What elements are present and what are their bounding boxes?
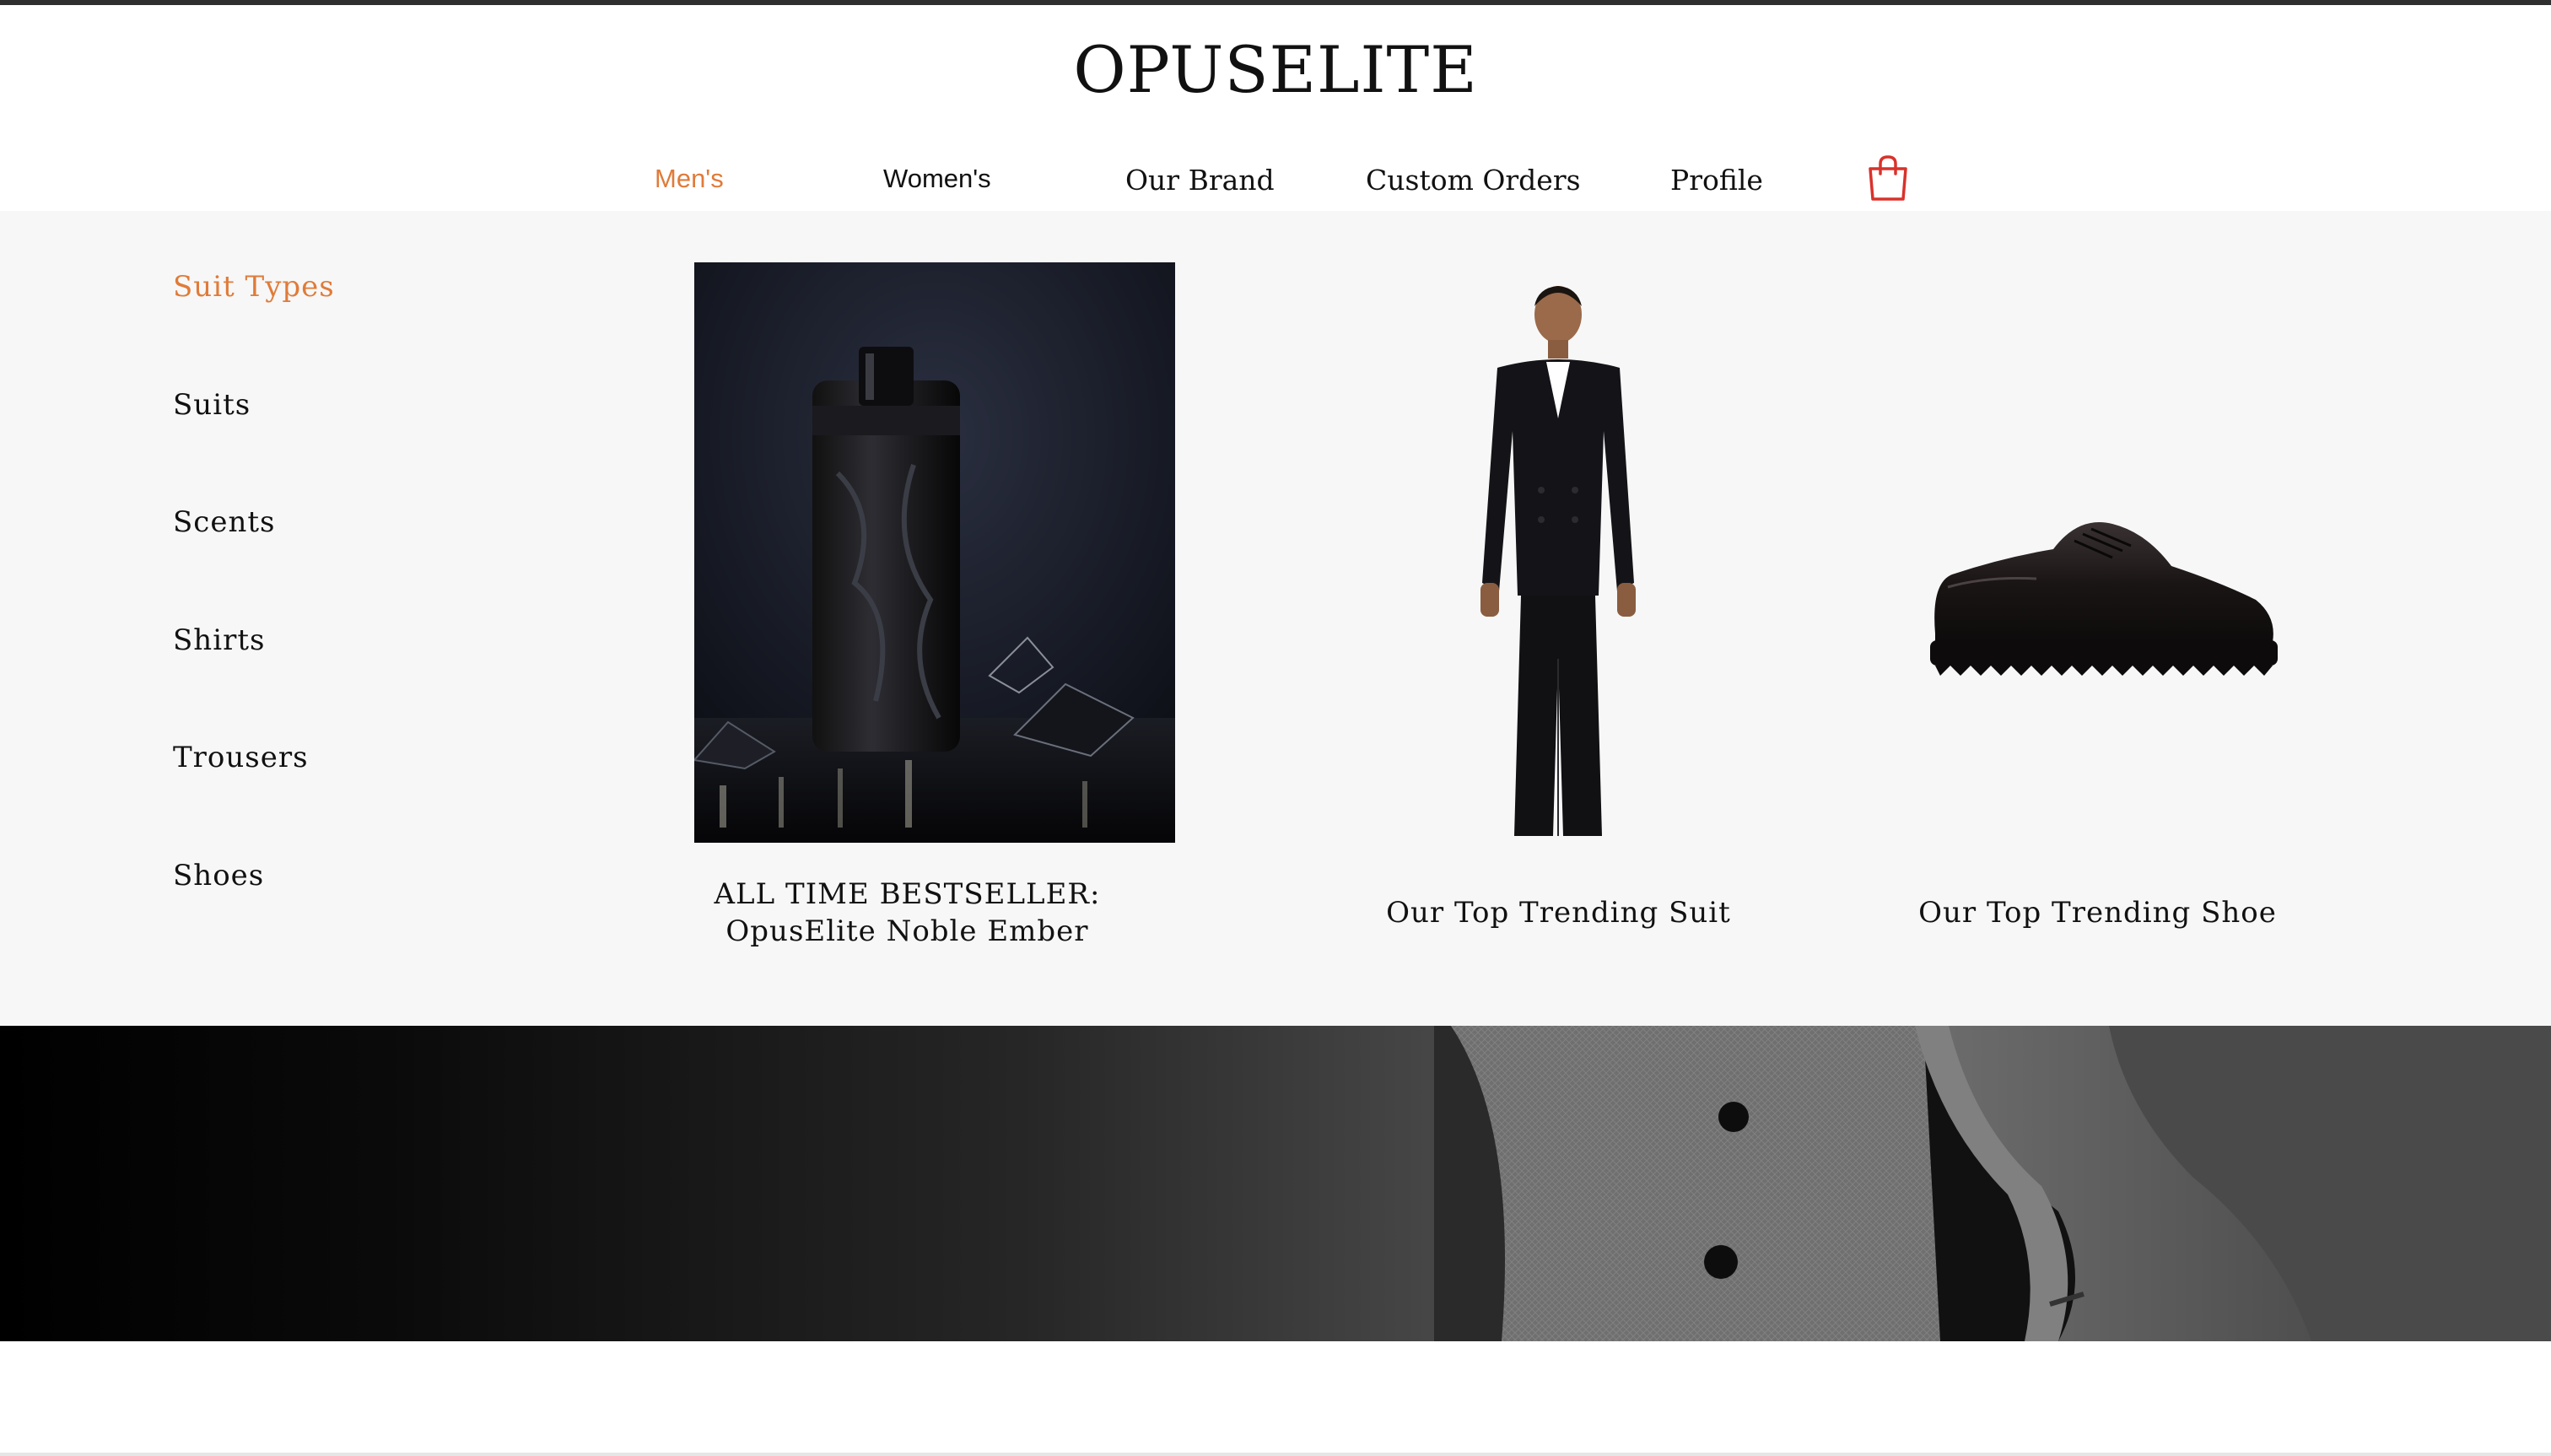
hero-banner-image	[0, 1026, 2551, 1341]
bestseller-caption-line2: OpusElite Noble Ember	[725, 914, 1089, 948]
menu-item-suits[interactable]: Suits	[173, 388, 251, 422]
nav-custom-orders[interactable]: Custom Orders	[1366, 164, 1581, 197]
mens-mega-menu: Suit Types Suits Scents Shirts Trousers …	[0, 211, 2551, 1026]
shopping-bag-icon[interactable]	[1866, 154, 1910, 202]
menu-item-trousers[interactable]: Trousers	[173, 741, 309, 774]
menu-item-suit-types[interactable]: Suit Types	[173, 270, 335, 304]
footer-divider	[0, 1453, 2551, 1456]
menu-item-scents[interactable]: Scents	[173, 505, 275, 539]
nav-womens[interactable]: Women's	[883, 164, 991, 194]
man-in-suit-image[interactable]	[1320, 262, 1797, 836]
menu-item-shirts[interactable]: Shirts	[173, 623, 265, 657]
nav-mens[interactable]: Men's	[655, 164, 724, 194]
brand-logo[interactable]: OPUSELITE	[0, 32, 2551, 107]
nav-profile[interactable]: Profile	[1670, 164, 1763, 197]
menu-item-shoes[interactable]: Shoes	[173, 859, 264, 892]
bestseller-caption[interactable]: ALL TIME BESTSELLER: OpusElite Noble Emb…	[694, 876, 1120, 950]
perfume-bottle-image[interactable]	[694, 262, 1175, 843]
main-nav: Men's Women's Our Brand Custom Orders Pr…	[0, 152, 2551, 211]
nav-our-brand[interactable]: Our Brand	[1125, 164, 1275, 197]
bestseller-caption-line1: ALL TIME BESTSELLER:	[714, 877, 1101, 911]
derby-shoe-image[interactable]	[1859, 262, 2336, 836]
trending-shoe-caption[interactable]: Our Top Trending Shoe	[1859, 894, 2336, 931]
top-border	[0, 0, 2551, 5]
trending-suit-caption[interactable]: Our Top Trending Suit	[1320, 894, 1797, 931]
